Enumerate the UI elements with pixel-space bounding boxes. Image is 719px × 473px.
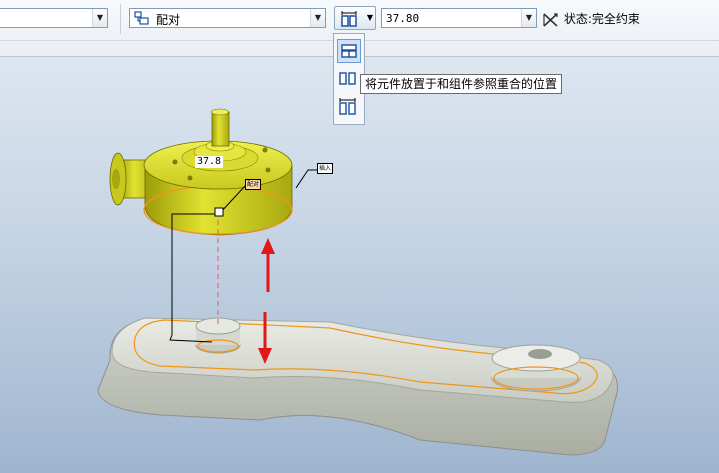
offset-dimension-label[interactable]: 37.8 xyxy=(195,156,224,168)
insert-leader xyxy=(295,169,318,189)
chevron-down-icon[interactable]: ▼ xyxy=(310,9,325,27)
offset-value-input[interactable]: 37.80 xyxy=(386,12,419,25)
coincident-option[interactable] xyxy=(337,39,361,63)
offset-type-button[interactable]: ▼ xyxy=(334,6,376,30)
constraint-status: 状态:完全约束 xyxy=(542,10,640,28)
drag-handle[interactable] xyxy=(214,207,224,217)
offset-icon xyxy=(337,95,361,117)
base-part[interactable] xyxy=(97,317,618,456)
insert-tag[interactable]: 插入 xyxy=(317,163,334,174)
chevron-down-icon[interactable]: ▼ xyxy=(521,9,536,27)
oriented-icon xyxy=(337,67,361,89)
offset-type-icon xyxy=(339,9,361,27)
mate-constraint-icon xyxy=(134,11,150,25)
reference-combo[interactable]: ▼ xyxy=(0,8,108,28)
chevron-down-icon[interactable]: ▼ xyxy=(92,9,107,27)
red-arrow-up xyxy=(261,238,275,292)
mate-tag[interactable]: 配对 xyxy=(245,179,262,190)
fully-constrained-icon xyxy=(542,12,560,28)
offset-value-combo[interactable]: 37.80 ▼ xyxy=(381,8,537,28)
coincident-tooltip: 将元件放置于和组件参照重合的位置 xyxy=(360,74,563,94)
chevron-down-icon: ▼ xyxy=(366,13,373,22)
coincident-icon xyxy=(338,40,360,62)
constraint-type-combo[interactable]: 配对 ▼ xyxy=(129,8,326,28)
constraint-type-value: 配对 xyxy=(156,13,181,27)
toolbar-divider xyxy=(120,4,121,34)
offset-option[interactable] xyxy=(337,95,361,119)
moving-component[interactable] xyxy=(109,108,293,236)
oriented-option[interactable] xyxy=(337,67,361,91)
status-text: 状态:完全约束 xyxy=(563,12,640,26)
